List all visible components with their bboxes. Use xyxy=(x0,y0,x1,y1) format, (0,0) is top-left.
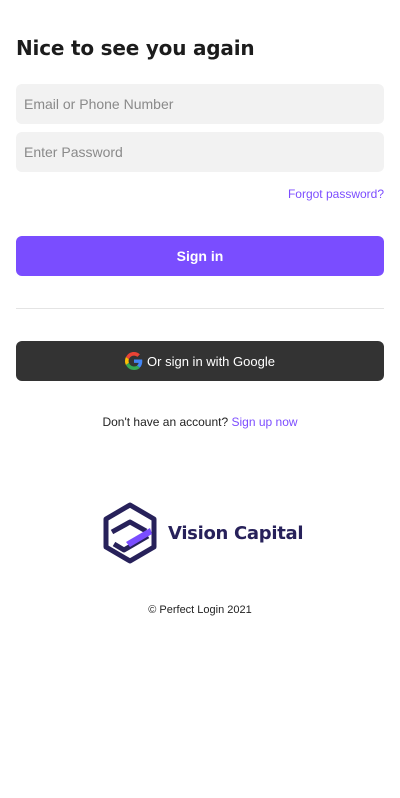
divider xyxy=(16,308,384,309)
google-sign-in-button[interactable]: Or sign in with Google xyxy=(16,341,384,381)
sign-in-button-label: Sign in xyxy=(176,248,224,264)
footer-copyright: © Perfect Login 2021 xyxy=(148,604,252,616)
password-field[interactable] xyxy=(16,132,384,172)
google-button-label: Or sign in with Google xyxy=(147,353,275,369)
google-icon xyxy=(125,352,143,370)
email-or-phone-field[interactable] xyxy=(16,84,384,124)
signup-prompt: Don't have an account? xyxy=(102,415,229,429)
vision-capital-logo-icon xyxy=(103,502,157,564)
page-title: Nice to see you again xyxy=(16,36,255,60)
forgot-password-link[interactable]: Forgot password? xyxy=(288,187,384,201)
sign-up-link[interactable]: Sign up now xyxy=(232,415,298,429)
sign-in-button[interactable]: Sign in xyxy=(16,236,384,276)
signup-row: Don't have an account? Sign up now xyxy=(0,415,400,429)
brand-logo: Vision Capital xyxy=(102,502,304,564)
brand-name: Vision Capital xyxy=(168,522,304,544)
